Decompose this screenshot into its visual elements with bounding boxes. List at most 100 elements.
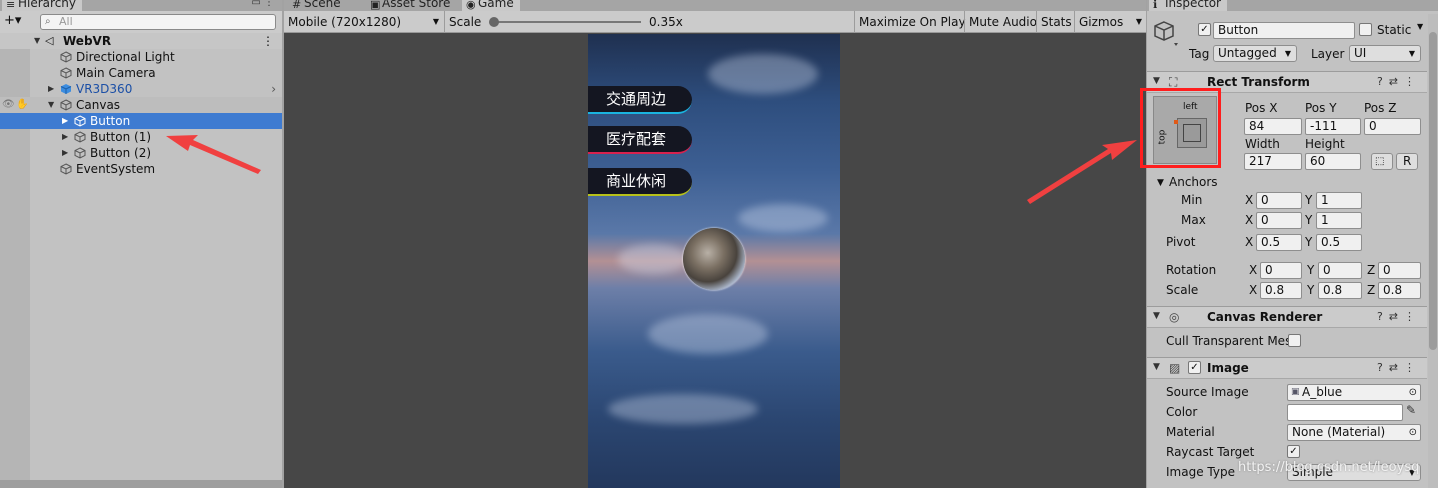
hierarchy-item-eventsystem[interactable]: EventSystem (0, 161, 282, 177)
fold-triangle-icon[interactable]: ▶ (62, 129, 68, 145)
hierarchy-item-canvas[interactable]: 👁 ✋ ▼ Canvas (0, 97, 282, 113)
tab-game[interactable]: ◉ Game (462, 0, 520, 11)
anchor-max-y-value: 1 (1321, 213, 1329, 227)
fold-triangle-icon[interactable]: ▼ (48, 97, 54, 113)
fold-triangle-icon[interactable]: ▶ (62, 113, 68, 129)
scene-menu-icon[interactable]: ⋮ (262, 33, 274, 49)
scale-x-value: 0.8 (1265, 283, 1285, 297)
search-icon: ⌕ (45, 16, 51, 27)
fold-triangle-icon[interactable]: ▼ (1153, 362, 1160, 372)
pick-hand-icon[interactable]: ✋ (16, 97, 28, 113)
eyedropper-icon[interactable]: ✎ (1406, 403, 1416, 417)
fold-triangle-icon[interactable]: ▼ (1153, 311, 1160, 321)
object-name-field[interactable]: Button (1213, 22, 1355, 39)
canvas-renderer-header[interactable]: ▼ ◎ Canvas Renderer ?⇄⋮ (1147, 306, 1427, 328)
hierarchy-item-button-2[interactable]: ▶ Button (2) (0, 145, 282, 161)
pivot-y-field[interactable]: 0.5 (1316, 234, 1362, 251)
image-enabled-checkbox[interactable]: ✓ (1188, 361, 1201, 374)
fold-triangle-icon[interactable]: ▶ (62, 145, 68, 161)
hierarchy-item-directional-light[interactable]: Directional Light (0, 49, 282, 65)
pos-z-field[interactable]: 0 (1364, 118, 1421, 135)
fold-triangle-icon[interactable]: ▶ (48, 81, 54, 97)
mute-audio-button[interactable]: Mute Audio (964, 11, 1041, 33)
rotation-y-field[interactable]: 0 (1318, 262, 1362, 279)
anchor-max-y-field[interactable]: 1 (1316, 212, 1362, 229)
cull-transparent-checkbox[interactable] (1288, 334, 1301, 347)
image-component-icon: ▨ (1169, 361, 1181, 375)
component-tools-icon[interactable]: ?⇄⋮ (1377, 361, 1421, 374)
tab-scene[interactable]: # Scene (288, 0, 347, 11)
image-header[interactable]: ▼ ▨ ✓ Image ?⇄⋮ (1147, 357, 1427, 379)
object-picker-icon[interactable]: ⊙ (1409, 385, 1417, 400)
ui-button-commercial[interactable]: 商业休闲 (588, 168, 692, 196)
tab-inspector[interactable]: ℹ Inspector (1149, 0, 1227, 11)
tag-dropdown[interactable]: Untagged ▼ (1213, 45, 1297, 62)
hierarchy-item-vr3d360[interactable]: ▶ VR3D360 › (0, 81, 282, 97)
scale-slider-handle[interactable] (489, 17, 499, 27)
component-tools-icon[interactable]: ?⇄⋮ (1377, 310, 1421, 323)
pivot-x-field[interactable]: 0.5 (1256, 234, 1302, 251)
fold-triangle-icon[interactable]: ▼ (1157, 178, 1164, 188)
rotation-x-field[interactable]: 0 (1260, 262, 1302, 279)
fold-triangle-icon[interactable]: ▼ (34, 33, 40, 49)
component-tools-icon[interactable]: ?⇄⋮ (1377, 75, 1421, 88)
scene-row[interactable]: ▼ ◁ WebVR ⋮ (0, 33, 282, 49)
anchor-min-x-field[interactable]: 0 (1256, 192, 1302, 209)
tab-asset-store[interactable]: ▣ Asset Store (366, 0, 456, 11)
panorama-sphere[interactable] (683, 228, 745, 290)
gameobject-cube-icon (60, 163, 72, 175)
ui-button-transport[interactable]: 交通周边 (588, 86, 692, 114)
layer-dropdown[interactable]: UI ▼ (1349, 45, 1421, 62)
game-viewport[interactable]: 交通周边 医疗配套 商业休闲 (284, 34, 1146, 488)
tab-hierarchy[interactable]: ≡ Hierarchy (2, 0, 83, 11)
anchor-max-x-field[interactable]: 0 (1256, 212, 1302, 229)
scale-x-field[interactable]: 0.8 (1260, 282, 1302, 299)
dropdown-arrow-icon[interactable]: ▼ (1417, 22, 1423, 31)
inspector-scrollbar[interactable] (1428, 14, 1438, 488)
scrollbar-thumb[interactable] (1429, 32, 1437, 350)
width-field[interactable]: 217 (1244, 153, 1302, 170)
hierarchy-item-button-1[interactable]: ▶ Button (1) (0, 129, 282, 145)
tab-asset-store-label: Asset Store (382, 0, 451, 10)
eye-icon[interactable]: 👁 (2, 97, 15, 113)
anchor-min-y-field[interactable]: 1 (1316, 192, 1362, 209)
blueprint-mode-button[interactable]: ⬚ (1371, 153, 1393, 170)
rotation-z-value: 0 (1383, 263, 1391, 277)
material-field[interactable]: None (Material) ⊙ (1287, 424, 1421, 441)
static-checkbox[interactable] (1359, 23, 1372, 36)
tab-inspector-label: Inspector (1165, 0, 1221, 10)
stats-button[interactable]: Stats (1036, 11, 1076, 33)
anchor-max-label: Max (1181, 213, 1206, 227)
tag-value: Untagged (1218, 46, 1277, 60)
hierarchy-item-main-camera[interactable]: Main Camera (0, 65, 282, 81)
resolution-dropdown[interactable]: Mobile (720x1280) ▼ (284, 11, 444, 33)
rotation-z-field[interactable]: 0 (1378, 262, 1421, 279)
hierarchy-search-input[interactable]: ⌕ All (40, 14, 276, 30)
chevron-right-icon[interactable]: › (271, 81, 276, 97)
axis-x-label: X (1245, 213, 1254, 227)
add-button[interactable]: +▾ (4, 13, 21, 28)
pos-x-field[interactable]: 84 (1244, 118, 1302, 135)
color-swatch[interactable] (1287, 404, 1403, 421)
scale-y-field[interactable]: 0.8 (1318, 282, 1362, 299)
gizmos-label: Gizmos (1079, 15, 1124, 29)
anchor-min-x-value: 0 (1261, 193, 1269, 207)
pos-y-value: -111 (1310, 119, 1338, 133)
raycast-target-checkbox[interactable]: ✓ (1287, 445, 1300, 458)
source-image-field[interactable]: ▣ A_blue ⊙ (1287, 384, 1421, 401)
scale-slider-track[interactable] (493, 21, 641, 23)
ui-button-medical[interactable]: 医疗配套 (588, 126, 692, 154)
hierarchy-item-button[interactable]: ▶ Button (0, 113, 282, 129)
gizmos-button[interactable]: Gizmos ▼ (1074, 11, 1146, 33)
fold-triangle-icon[interactable]: ▼ (1153, 76, 1160, 86)
tab-menu-icon[interactable]: ▭ ⋮ (251, 0, 274, 8)
active-checkbox[interactable]: ✓ (1198, 23, 1211, 36)
scale-z-field[interactable]: 0.8 (1378, 282, 1421, 299)
cull-transparent-label: Cull Transparent Mes (1166, 334, 1292, 348)
pos-y-field[interactable]: -111 (1305, 118, 1361, 135)
height-field[interactable]: 60 (1305, 153, 1361, 170)
maximize-on-play-button[interactable]: Maximize On Play (854, 11, 970, 33)
raw-edit-button[interactable]: R (1396, 153, 1418, 170)
anchor-max-x-value: 0 (1261, 213, 1269, 227)
object-picker-icon[interactable]: ⊙ (1409, 425, 1417, 440)
